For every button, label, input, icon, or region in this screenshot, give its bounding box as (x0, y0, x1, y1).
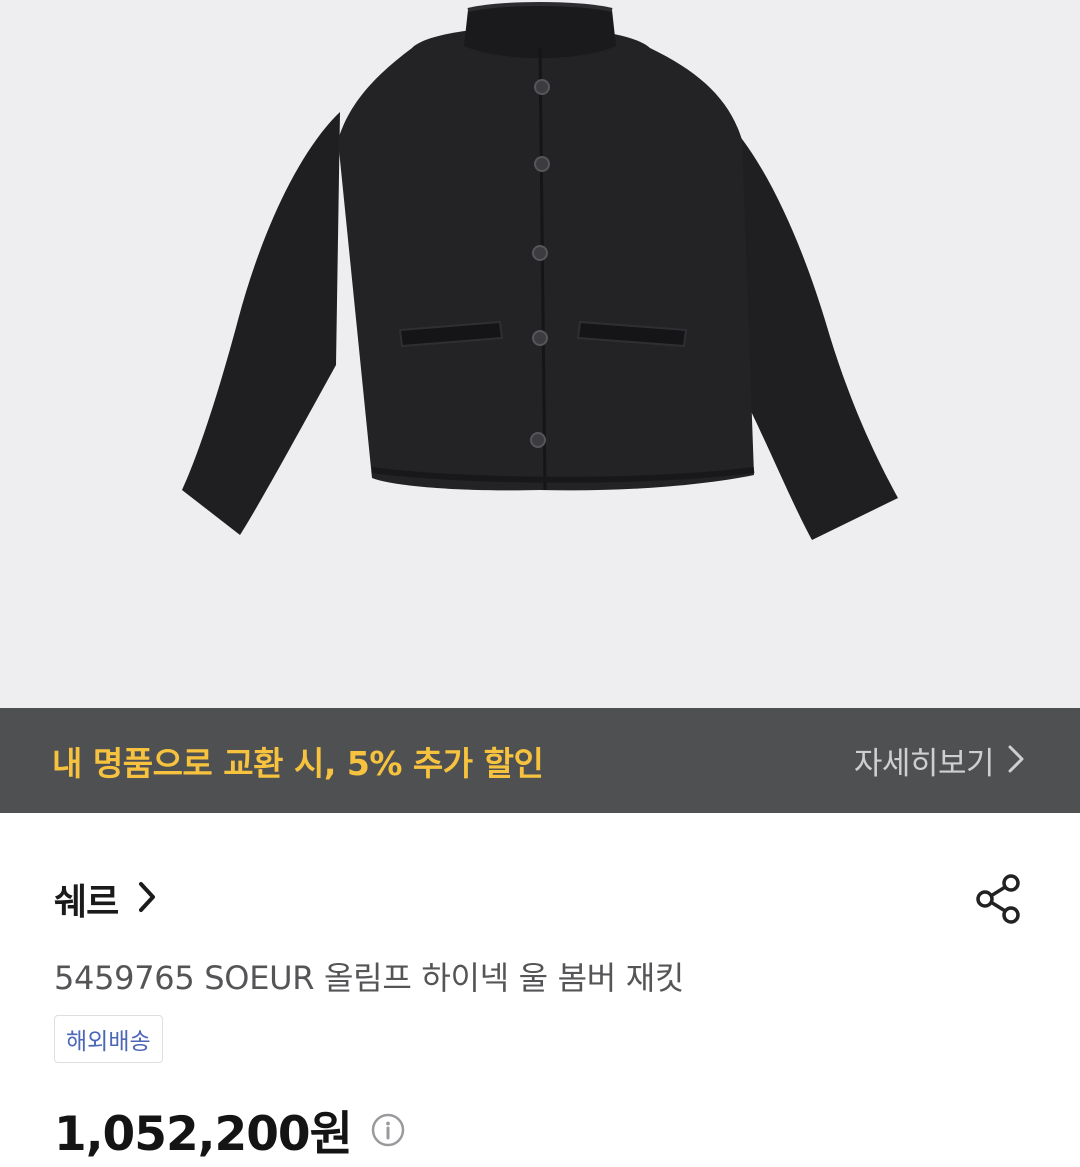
info-icon (371, 1113, 405, 1146)
promo-details-link[interactable]: 자세히보기 (854, 738, 1024, 783)
overseas-shipping-badge: 해외배송 (54, 1015, 163, 1063)
promo-banner[interactable]: 내 명품으로 교환 시, 5% 추가 할인 자세히보기 (0, 708, 1080, 813)
brand-row: 쉐르 (54, 873, 1026, 925)
promo-banner-text: 내 명품으로 교환 시, 5% 추가 할인 (52, 743, 544, 783)
price: 1,052,200원 (54, 1107, 353, 1162)
product-image[interactable] (0, 0, 1080, 708)
chevron-right-icon (138, 881, 156, 917)
brand-name: 쉐르 (54, 882, 119, 923)
jacket-illustration (182, 2, 898, 540)
price-row: 1,052,200원 (54, 1095, 406, 1164)
share-button[interactable] (970, 871, 1026, 927)
price-info-button[interactable] (370, 1112, 406, 1148)
product-title: 5459765 SOEUR 올림프 하이넥 울 봄버 재킷 (54, 959, 685, 997)
brand-link[interactable]: 쉐르 (54, 873, 156, 925)
promo-details-label: 자세히보기 (853, 746, 995, 782)
share-icon (976, 874, 1020, 924)
chevron-right-icon (1008, 745, 1024, 777)
